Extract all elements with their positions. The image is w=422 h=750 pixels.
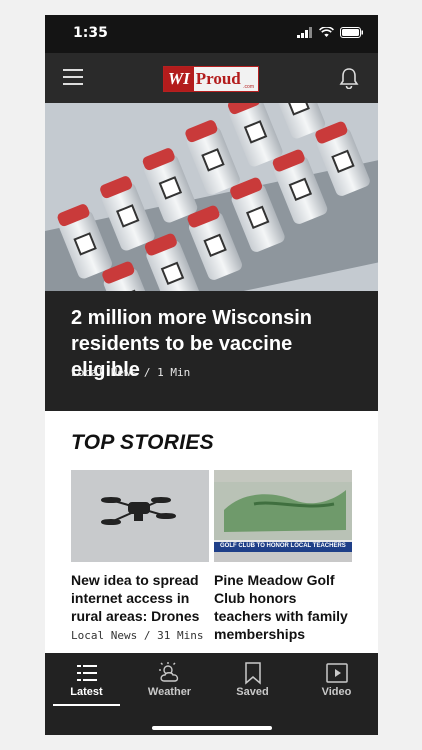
wifi-icon	[319, 27, 334, 37]
status-bar: 1:35	[45, 15, 378, 53]
vaccine-vials-image	[45, 103, 378, 291]
story-card[interactable]: New idea to spread internet access in ru…	[71, 470, 209, 642]
tab-video[interactable]: Video	[295, 653, 378, 713]
signal-icon	[297, 27, 312, 38]
drone-image	[71, 470, 209, 562]
story-title[interactable]: Pine Meadow Golf Club honors teachers wi…	[214, 571, 352, 643]
tab-label: Saved	[236, 686, 269, 698]
weather-icon	[159, 662, 179, 682]
bookmark-icon	[245, 662, 261, 685]
hamburger-icon[interactable]	[63, 69, 83, 85]
tab-label: Video	[321, 686, 352, 698]
thumb-caption: GOLF CLUB TO HONOR LOCAL TEACHERS	[220, 543, 346, 549]
story-card[interactable]: GOLF CLUB TO HONOR LOCAL TEACHERS Pine M…	[214, 470, 352, 643]
list-icon	[77, 665, 97, 681]
bottom-tab-bar: Latest Weather Saved Video	[45, 653, 378, 735]
video-icon	[326, 663, 348, 683]
tab-label: Weather	[147, 686, 192, 698]
hero-meta: Local News / 1 Min	[71, 366, 191, 379]
status-time: 1:35	[73, 25, 108, 41]
wiproud-logo[interactable]: WI Proud .com	[163, 66, 259, 92]
active-tab-indicator	[53, 704, 120, 706]
app-header: WI Proud .com	[45, 53, 378, 103]
home-indicator[interactable]	[152, 726, 272, 730]
tab-weather[interactable]: Weather	[128, 653, 211, 713]
phone-screen: 1:35 WI Proud .com 2 million more Wiscon…	[45, 15, 378, 735]
golf-course-image: GOLF CLUB TO HONOR LOCAL TEACHERS	[214, 470, 352, 562]
tab-label: Latest	[70, 686, 103, 698]
story-meta: Local News / 31 Mins	[71, 629, 204, 642]
battery-icon	[340, 27, 363, 38]
tab-saved[interactable]: Saved	[211, 653, 294, 713]
hero-story[interactable]: 2 million more Wisconsin residents to be…	[45, 291, 378, 411]
story-title[interactable]: New idea to spread internet access in ru…	[71, 571, 209, 625]
section-title: TOP STORIES	[71, 431, 214, 454]
status-icons	[297, 27, 364, 38]
bell-icon[interactable]	[338, 67, 360, 89]
tab-latest[interactable]: Latest	[45, 653, 128, 713]
hero-image[interactable]	[45, 103, 378, 291]
